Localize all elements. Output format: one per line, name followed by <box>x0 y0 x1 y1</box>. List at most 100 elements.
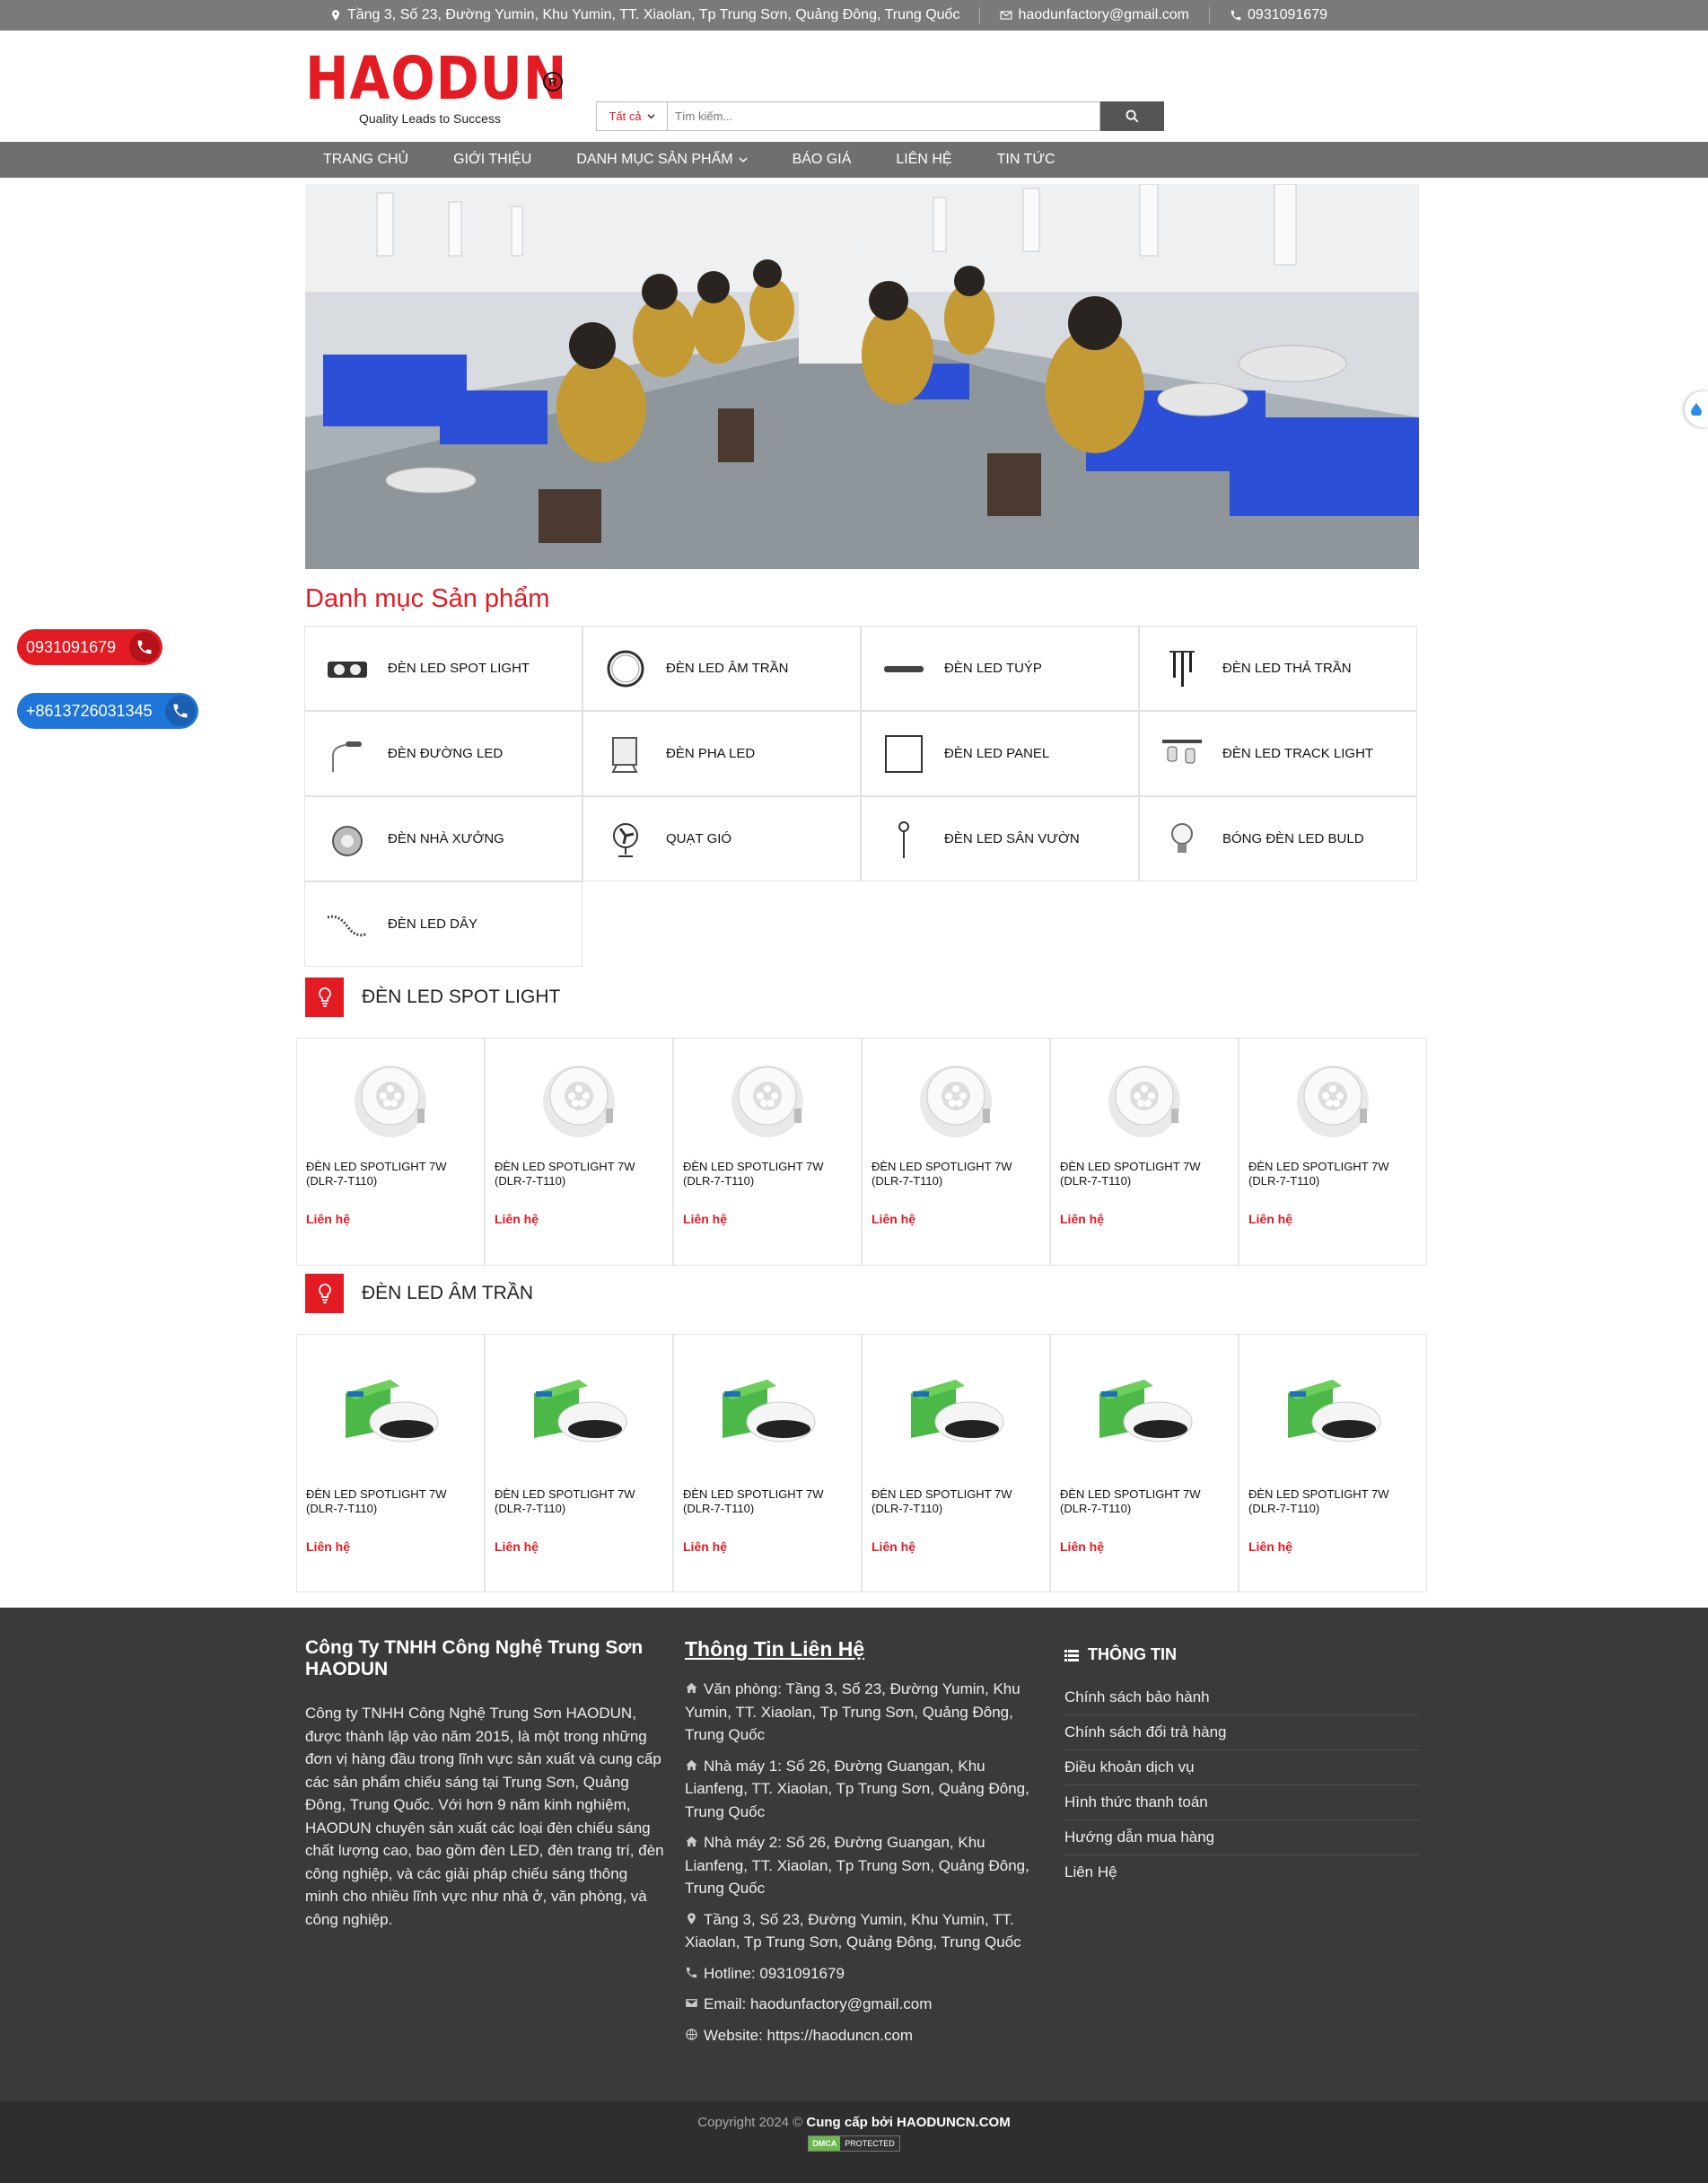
section-title: ĐÈN LED SPOT LIGHT <box>362 986 561 1007</box>
contact-text: Nhà máy 2: Số 26, Đường Guangan, Khu Lia… <box>685 1834 1029 1897</box>
nav-about[interactable]: Giới thiệu <box>453 152 531 168</box>
category-item[interactable]: ĐÈN PHA LED <box>582 711 861 796</box>
footer-link[interactable]: Liên Hệ <box>1064 1855 1420 1889</box>
topbar-phone[interactable]: 0931091679 <box>1230 7 1327 23</box>
nav-pricing[interactable]: Báo giá <box>793 152 852 168</box>
contact-text: Hotline: 0931091679 <box>704 1964 845 1982</box>
product-name: ĐÈN LED SPOTLIGHT 7W (DLR-7-T110) <box>495 1487 635 1515</box>
category-item[interactable]: ĐÈN NHÀ XƯỞNG <box>304 796 582 881</box>
search-category-select[interactable]: Tất cả <box>596 101 667 131</box>
contact-email[interactable]: Email: haodunfactory@gmail.com <box>675 1993 1030 2016</box>
bulb-icon <box>1158 817 1206 862</box>
topbar-email[interactable]: haodunfactory@gmail.com <box>1000 7 1189 23</box>
category-item[interactable]: BÓNG ĐÈN LED BULD <box>1139 796 1417 881</box>
nav-home[interactable]: Trang chủ <box>323 152 408 168</box>
side-widget-tab[interactable] <box>1685 391 1708 427</box>
fan-icon <box>601 817 650 862</box>
product-card[interactable]: ĐÈN LED SPOTLIGHT 7W (DLR-7-T110) Liên h… <box>673 1038 862 1266</box>
product-card[interactable]: ĐÈN LED SPOTLIGHT 7W (DLR-7-T110) Liên h… <box>862 1038 1050 1266</box>
hero-banner[interactable] <box>305 184 1419 569</box>
track-light-icon <box>1158 732 1206 776</box>
category-item[interactable]: ĐÈN LED DÂY <box>304 881 582 967</box>
main-nav: Trang chủ Giới thiệu Danh mục sản phẩm B… <box>0 142 1708 178</box>
category-label: ĐÈN LED SÂN VƯỜN <box>944 831 1080 846</box>
floating-phone-international[interactable]: +8613726031345 <box>17 693 198 729</box>
category-item[interactable]: ĐÈN LED PANEL <box>861 711 1139 796</box>
product-price: Liên hệ <box>1060 1539 1105 1554</box>
categories-title: Danh mục Sản phẩm <box>305 584 550 613</box>
category-item[interactable]: Đèn Led SPOT LIGHT <box>304 626 582 711</box>
floating-phone-number: +8613726031345 <box>26 701 153 720</box>
footer-link[interactable]: Chính sách bảo hành <box>1064 1680 1420 1715</box>
category-item[interactable]: ĐÈN LED THẢ TRẦN <box>1139 626 1417 711</box>
product-card[interactable]: ĐÈN LED SPOTLIGHT 7W (DLR-7-T110) Liên h… <box>862 1334 1050 1592</box>
logo-wordmark: HAODUN <box>305 44 568 113</box>
logo[interactable]: HAODUN R Quality Leads to Success <box>305 44 568 127</box>
product-card[interactable]: ĐÈN LED SPOTLIGHT 7W (DLR-7-T110) Liên h… <box>1050 1334 1239 1592</box>
category-item[interactable]: QUẠT GIÓ <box>582 796 861 881</box>
home-icon <box>686 1682 697 1694</box>
category-item[interactable]: ĐÈN LED TUÝP <box>861 626 1139 711</box>
garden-light-icon <box>880 817 928 862</box>
category-item[interactable]: ĐÈN ĐƯỜNG LED <box>304 711 582 796</box>
nav-contact[interactable]: Liên hệ <box>896 152 951 168</box>
footer-info-heading: Thông tin <box>1064 1645 1420 1664</box>
category-item[interactable]: Đèn LED Âm trần <box>582 626 861 711</box>
search-input[interactable] <box>667 101 1100 131</box>
footer-link[interactable]: Hướng dẫn mua hàng <box>1064 1820 1420 1855</box>
category-label: ĐÈN LED PANEL <box>944 746 1050 761</box>
product-card[interactable]: ĐÈN LED SPOTLIGHT 7W (DLR-7-T110) Liên h… <box>485 1038 673 1266</box>
mail-icon <box>1001 11 1012 20</box>
product-card[interactable]: ĐÈN LED SPOTLIGHT 7W (DLR-7-T110) Liên h… <box>1239 1334 1427 1592</box>
footer-link[interactable]: Chính sách đổi trả hàng <box>1064 1715 1420 1750</box>
product-price: Liên hệ <box>306 1539 351 1554</box>
nav-news[interactable]: Tin tức <box>997 152 1055 168</box>
footer-about: Công Ty TNHH Công Nghệ Trung Sơn HAODUN … <box>305 1637 664 1931</box>
product-price: Liên hệ <box>683 1539 728 1554</box>
contact-text: Văn phòng: Tầng 3, Số 23, Đường Yumin, K… <box>685 1680 1020 1743</box>
bulb-icon <box>305 1274 344 1313</box>
contact-factory-2: Nhà máy 2: Số 26, Đường Guangan, Khu Lia… <box>675 1831 1030 1900</box>
product-image <box>1051 1335 1238 1487</box>
search-button[interactable] <box>1100 101 1164 131</box>
footer-contact-title: Thông Tin Liên Hệ <box>685 1637 865 1661</box>
divider <box>979 7 981 23</box>
footer-link[interactable]: Hình thức thanh toán <box>1064 1785 1420 1820</box>
copyright-bar: Copyright 2024 © Cung cấp bởi HAODUNCN.C… <box>0 2101 1708 2183</box>
product-price: Liên hệ <box>1248 1212 1293 1226</box>
contact-website[interactable]: Website: https://haoduncn.com <box>675 2024 1030 2047</box>
panel-light-icon <box>880 732 928 776</box>
footer-contact: Thông Tin Liên Hệ Văn phòng: Tầng 3, Số … <box>675 1637 1030 2055</box>
flood-light-icon <box>601 732 650 776</box>
product-card[interactable]: ĐÈN LED SPOTLIGHT 7W (DLR-7-T110) Liên h… <box>673 1334 862 1592</box>
floating-phone-hotline[interactable]: 0931091679 <box>17 629 162 665</box>
product-card[interactable]: ĐÈN LED SPOTLIGHT 7W (DLR-7-T110) Liên h… <box>485 1334 673 1592</box>
category-label: Đèn LED Âm trần <box>666 661 789 676</box>
nav-products[interactable]: Danh mục sản phẩm <box>576 152 748 168</box>
product-card[interactable]: ĐÈN LED SPOTLIGHT 7W (DLR-7-T110) Liên h… <box>296 1038 485 1266</box>
contact-office: Văn phòng: Tầng 3, Số 23, Đường Yumin, K… <box>675 1678 1030 1747</box>
category-label: ĐÈN LED DÂY <box>388 916 478 932</box>
product-card[interactable]: ĐÈN LED SPOTLIGHT 7W (DLR-7-T110) Liên h… <box>296 1334 485 1592</box>
category-label: ĐÈN LED THẢ TRẦN <box>1222 661 1352 676</box>
dmca-badge[interactable]: DMCA PROTECTED <box>808 2135 900 2152</box>
product-image <box>1051 1039 1238 1160</box>
contact-hotline[interactable]: Hotline: 0931091679 <box>675 1962 1030 1986</box>
highbay-light-icon <box>323 817 372 862</box>
water-drop-icon <box>1691 403 1702 416</box>
product-name: ĐÈN LED SPOTLIGHT 7W (DLR-7-T110) <box>683 1160 824 1188</box>
product-name: ĐÈN LED SPOTLIGHT 7W (DLR-7-T110) <box>872 1160 1012 1188</box>
nav-products-label: Danh mục sản phẩm <box>576 152 733 167</box>
chevron-down-icon <box>646 114 655 119</box>
footer-link[interactable]: Điều khoản dịch vụ <box>1064 1750 1420 1785</box>
category-label: ĐÈN LED TUÝP <box>944 661 1042 676</box>
product-card[interactable]: ĐÈN LED SPOTLIGHT 7W (DLR-7-T110) Liên h… <box>1050 1038 1239 1266</box>
section-header-downlight: ĐÈN LED ÂM TRẦN <box>305 1274 533 1313</box>
category-item[interactable]: ĐÈN LED SÂN VƯỜN <box>861 796 1139 881</box>
product-price: Liên hệ <box>1248 1539 1293 1554</box>
downlight-ring-icon <box>601 646 650 691</box>
product-card[interactable]: ĐÈN LED SPOTLIGHT 7W (DLR-7-T110) Liên h… <box>1239 1038 1427 1266</box>
provider-link[interactable]: Cung cấp bởi HAODUNCN.COM <box>806 2115 1010 2130</box>
map-pin-icon <box>688 1912 696 1924</box>
category-item[interactable]: ĐÈN LED TRACK LIGHT <box>1139 711 1417 796</box>
